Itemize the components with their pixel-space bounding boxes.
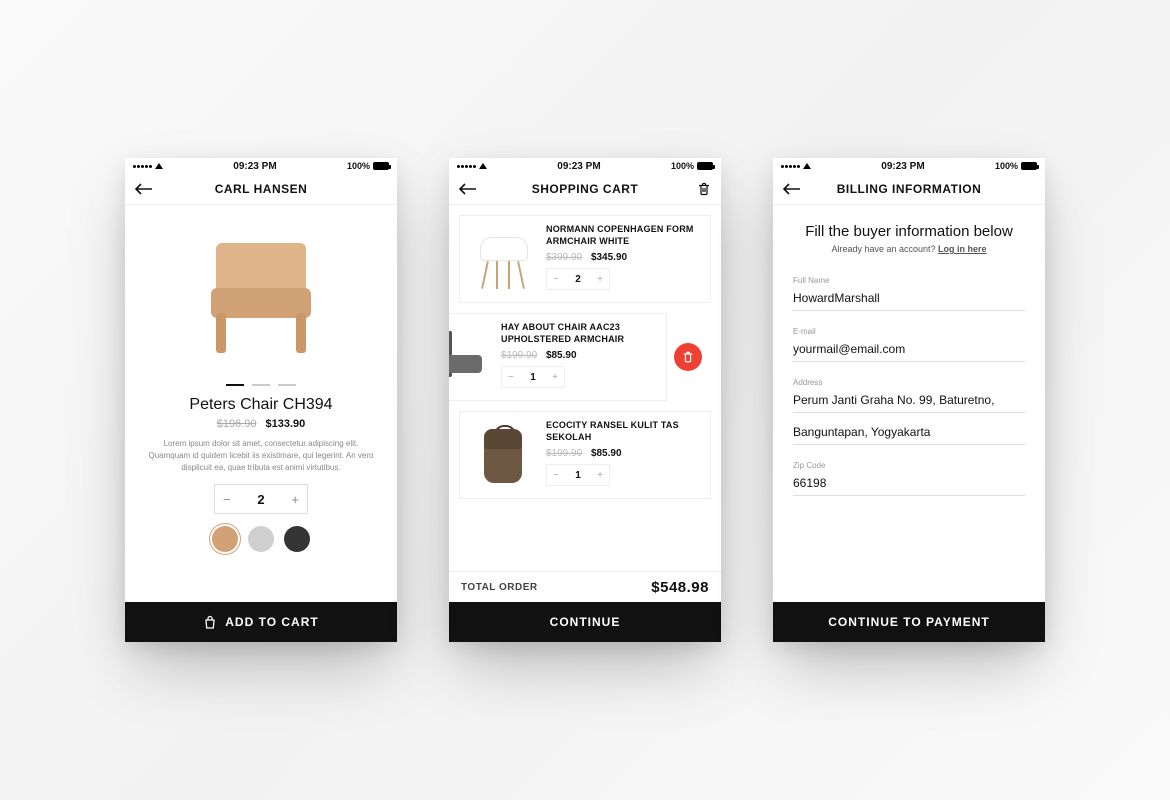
cart-item-image <box>468 224 538 294</box>
battery-icon <box>373 162 389 170</box>
bag-icon <box>203 615 217 629</box>
minus-icon[interactable]: − <box>553 470 559 481</box>
quantity-stepper[interactable]: − 1 + <box>501 366 565 388</box>
price-original: $196.90 <box>217 418 257 430</box>
email-label: E-mail <box>793 327 1025 336</box>
page-title: SHOPPING CART <box>532 182 639 196</box>
quantity-stepper[interactable]: − 1 + <box>546 464 610 486</box>
login-link[interactable]: Log in here <box>938 244 987 254</box>
status-time: 09:23 PM <box>557 161 600 172</box>
page-title: BILLING INFORMATION <box>837 182 982 196</box>
address-line1[interactable]: Perum Janti Graha No. 99, Baturetno, <box>793 391 1025 413</box>
header: CARL HANSEN <box>125 174 397 205</box>
quantity-stepper[interactable]: − 2 + <box>214 484 308 514</box>
continue-label: CONTINUE <box>550 615 621 629</box>
color-swatch-1[interactable] <box>212 526 238 552</box>
page-title: CARL HANSEN <box>215 182 308 196</box>
wifi-icon <box>479 163 487 169</box>
cart-item-name: HAY ABOUT CHAIR AAC23 UPHOLSTERED ARMCHA… <box>501 322 658 345</box>
delete-item-button[interactable] <box>674 343 702 371</box>
battery-icon <box>697 162 713 170</box>
cart-item-image <box>468 420 538 490</box>
cart-item-price: $399.90 $345.90 <box>546 252 702 263</box>
cart-item[interactable]: ECOCITY RANSEL KULIT TAS SEKOLAH $199.90… <box>459 411 711 499</box>
quantity-value: 2 <box>575 274 581 285</box>
status-time: 09:23 PM <box>881 161 924 172</box>
quantity-value: 2 <box>257 492 264 507</box>
product-description: Lorem ipsum dolor sit amet, consectetur … <box>125 438 397 474</box>
battery-icon <box>1021 162 1037 170</box>
add-to-cart-label: ADD TO CART <box>225 615 318 629</box>
status-bar: 09:23 PM 100% <box>773 158 1045 174</box>
color-swatches <box>125 526 397 552</box>
fullname-label: Full Name <box>793 276 1025 285</box>
cart-item-name: ECOCITY RANSEL KULIT TAS SEKOLAH <box>546 420 702 443</box>
trash-icon[interactable] <box>697 182 711 196</box>
plus-icon[interactable]: + <box>291 492 299 507</box>
product-name: Peters Chair CH394 <box>125 396 397 414</box>
signal-dots-icon <box>133 165 152 168</box>
back-icon[interactable] <box>135 183 153 195</box>
status-bar: 09:23 PM 100% <box>125 158 397 174</box>
quantity-stepper[interactable]: − 2 + <box>546 268 610 290</box>
battery-percent: 100% <box>671 161 694 171</box>
total-bar: TOTAL ORDER $548.98 <box>449 571 721 602</box>
billing-heading: Fill the buyer information below <box>793 223 1025 240</box>
minus-icon[interactable]: − <box>223 492 231 507</box>
screen-cart: 09:23 PM 100% SHOPPING CART <box>449 158 721 642</box>
plus-icon[interactable]: + <box>597 470 603 481</box>
color-swatch-3[interactable] <box>284 526 310 552</box>
total-amount: $548.98 <box>651 579 709 596</box>
cart-item-price: $199.90 $85.90 <box>546 448 702 459</box>
battery-percent: 100% <box>995 161 1018 171</box>
back-icon[interactable] <box>783 183 801 195</box>
address-line2[interactable]: Banguntapan, Yogyakarta <box>793 423 1025 445</box>
fullname-field[interactable] <box>793 289 1025 311</box>
address-label: Address <box>793 378 1025 387</box>
quantity-value: 1 <box>530 372 536 383</box>
add-to-cart-button[interactable]: ADD TO CART <box>125 602 397 642</box>
continue-payment-button[interactable]: CONTINUE TO PAYMENT <box>773 602 1045 642</box>
product-image[interactable] <box>125 205 397 380</box>
plus-icon[interactable]: + <box>552 372 558 383</box>
status-time: 09:23 PM <box>233 161 276 172</box>
continue-payment-label: CONTINUE TO PAYMENT <box>828 615 989 629</box>
header: SHOPPING CART <box>449 174 721 205</box>
back-icon[interactable] <box>459 183 477 195</box>
billing-subtext: Already have an account? Log in here <box>793 244 1025 254</box>
wifi-icon <box>803 163 811 169</box>
screen-product: 09:23 PM 100% CARL HANSEN Peters Chair C… <box>125 158 397 642</box>
gallery-indicator[interactable] <box>125 384 397 386</box>
plus-icon[interactable]: + <box>597 274 603 285</box>
battery-percent: 100% <box>347 161 370 171</box>
screen-billing: 09:23 PM 100% BILLING INFORMATION Fill t… <box>773 158 1045 642</box>
zip-field[interactable] <box>793 474 1025 496</box>
status-bar: 09:23 PM 100% <box>449 158 721 174</box>
signal-dots-icon <box>457 165 476 168</box>
minus-icon[interactable]: − <box>508 372 514 383</box>
cart-item-image <box>449 322 493 392</box>
cart-item-price: $199.90 $85.90 <box>501 350 658 361</box>
header: BILLING INFORMATION <box>773 174 1045 205</box>
price-current: $133.90 <box>266 418 306 430</box>
product-price: $196.90 $133.90 <box>125 418 397 430</box>
total-label: TOTAL ORDER <box>461 582 538 593</box>
cart-item[interactable]: NORMANN COPENHAGEN FORM ARMCHAIR WHITE $… <box>459 215 711 303</box>
color-swatch-2[interactable] <box>248 526 274 552</box>
minus-icon[interactable]: − <box>553 274 559 285</box>
wifi-icon <box>155 163 163 169</box>
cart-item[interactable]: HAY ABOUT CHAIR AAC23 UPHOLSTERED ARMCHA… <box>449 313 667 401</box>
email-field[interactable] <box>793 340 1025 362</box>
zip-label: Zip Code <box>793 461 1025 470</box>
cart-item-name: NORMANN COPENHAGEN FORM ARMCHAIR WHITE <box>546 224 702 247</box>
signal-dots-icon <box>781 165 800 168</box>
quantity-value: 1 <box>575 470 581 481</box>
continue-button[interactable]: CONTINUE <box>449 602 721 642</box>
